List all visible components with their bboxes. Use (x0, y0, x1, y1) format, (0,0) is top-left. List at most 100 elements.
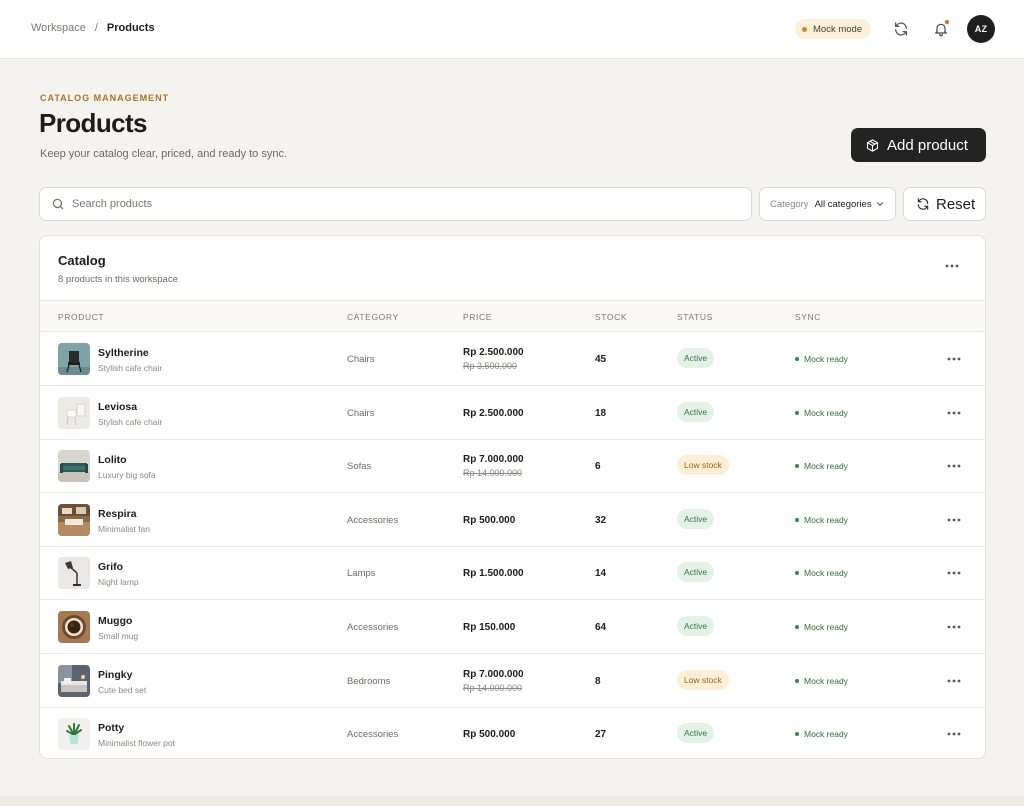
category-select[interactable]: Category All categories (759, 187, 896, 221)
table-row[interactable]: Respira Minimalist fan Accessories Rp 500.0… (40, 493, 985, 547)
table-row[interactable]: Potty Minimalist flower pot Accessories Rp … (40, 707, 985, 758)
sync-dot (795, 517, 799, 522)
product-thumbnail (58, 557, 90, 590)
product-name[interactable]: Muggo (98, 615, 132, 627)
product-description: Night lamp (98, 577, 139, 588)
more-icon[interactable] (945, 674, 963, 688)
product-category: Bedrooms (347, 675, 391, 687)
product-category: Accessories (347, 729, 399, 741)
sync-dot (795, 571, 799, 576)
product-name[interactable]: Syltherine (98, 347, 149, 359)
table-row[interactable]: Pingky Cute bed set Bedrooms Rp 7.000.000 Rp… (40, 654, 985, 708)
product-name[interactable]: Respira (98, 508, 137, 520)
product-price: Rp 150.000 (463, 622, 516, 633)
sync-label: Mock ready (804, 729, 848, 740)
table-row[interactable]: Lolito Luxury big sofa Sofas Rp 7.000.000 Rp… (40, 439, 985, 494)
table-row[interactable]: Leviosa Stylish cafe chair Chairs Rp 2.500.… (40, 386, 985, 440)
sync-dot (795, 464, 799, 469)
product-stock: 45 (595, 354, 607, 365)
status-badge: Active (677, 401, 715, 422)
breadcrumb: Workspace / Products (31, 22, 155, 34)
breadcrumb-workspace[interactable]: Workspace (31, 22, 86, 34)
more-icon[interactable] (945, 727, 963, 741)
product-thumbnail (58, 450, 90, 483)
product-stock: 14 (595, 568, 607, 580)
sync-label: Mock ready (804, 568, 848, 579)
category-select-label: Category (770, 198, 809, 210)
column-stock[interactable]: STOCK (595, 312, 627, 322)
column-product[interactable]: PRODUCT (58, 312, 104, 322)
bell-icon[interactable] (931, 19, 951, 39)
more-icon[interactable] (945, 566, 963, 580)
column-price[interactable]: PRICE (463, 312, 492, 322)
product-thumbnail (58, 396, 90, 429)
sync-status: Mock ready (795, 515, 848, 525)
column-sync[interactable]: SYNC (795, 312, 821, 322)
sync-status: Mock ready (795, 354, 848, 364)
product-name[interactable]: Grifo (98, 561, 123, 573)
product-description: Stylish cafe chair (98, 416, 163, 427)
product-price: Rp 1.500.000 (463, 568, 524, 580)
page-title: Products (39, 108, 147, 138)
search-box (39, 187, 752, 221)
search-input[interactable] (72, 198, 722, 210)
notification-dot (945, 20, 949, 24)
sync-dot (795, 732, 799, 737)
product-price: Rp 7.000.000 (463, 454, 524, 466)
product-thumbnail (58, 718, 90, 751)
product-name[interactable]: Potty (98, 722, 124, 734)
product-category: Chairs (347, 354, 375, 365)
mock-mode-label: Mock mode (813, 23, 863, 35)
product-price: Rp 2.500.000 (463, 407, 524, 419)
product-price: Rp 500.000 (463, 729, 516, 741)
table-header: PRODUCT CATEGORY PRICE STOCK STATUS SYNC (40, 300, 985, 332)
product-description: Minimalist flower pot (98, 738, 175, 749)
refresh-icon (917, 198, 929, 210)
table-row[interactable]: Grifo Night lamp Lamps Rp 1.500.000 14 Active… (40, 546, 985, 601)
status-badge: Active (677, 348, 715, 368)
column-category[interactable]: CATEGORY (347, 312, 399, 322)
product-stock: 27 (595, 729, 607, 741)
add-product-button[interactable]: Add product (851, 128, 986, 162)
sync-label: Mock ready (804, 407, 848, 418)
more-icon[interactable] (945, 620, 963, 634)
breadcrumb-current: Products (106, 22, 155, 34)
product-name[interactable]: Pingky (98, 669, 132, 681)
page-subtitle: Keep your catalog clear, priced, and rea… (40, 148, 288, 160)
breadcrumb-separator: / (94, 22, 98, 34)
add-product-label: Add product (887, 136, 968, 154)
box-icon (866, 138, 879, 152)
sync-label: Mock ready (804, 675, 848, 686)
status-badge: Active (677, 562, 715, 583)
product-name[interactable]: Leviosa (98, 401, 137, 413)
more-icon[interactable] (945, 459, 963, 473)
more-icon[interactable] (945, 513, 963, 527)
category-select-value: All categories (814, 198, 872, 210)
column-status[interactable]: STATUS (677, 312, 713, 322)
product-category: Sofas (347, 461, 372, 473)
more-icon[interactable] (943, 259, 961, 273)
product-price: Rp 2.500.000 (463, 347, 524, 358)
table-row[interactable]: Syltherine Stylish cafe chair Chairs Rp 2.5… (40, 332, 985, 386)
product-category: Accessories (347, 622, 399, 633)
product-category: Lamps (347, 568, 376, 580)
product-stock: 8 (595, 675, 601, 687)
sync-status: Mock ready (795, 729, 848, 739)
sync-dot (795, 357, 799, 361)
avatar[interactable]: AZ (967, 15, 995, 43)
reset-button[interactable]: Reset (903, 187, 986, 221)
reset-label: Reset (936, 195, 976, 213)
product-description: Cute bed set (98, 684, 147, 695)
more-icon[interactable] (945, 352, 963, 366)
more-icon[interactable] (945, 406, 963, 420)
sync-label: Mock ready (804, 622, 848, 632)
table-row[interactable]: Muggo Small mug Accessories Rp 150.000 64 Act… (40, 600, 985, 654)
product-price: Rp 7.000.000 (463, 668, 524, 680)
product-name[interactable]: Lolito (98, 454, 127, 466)
status-badge: Low stock (677, 455, 729, 476)
sync-status: Mock ready (795, 568, 848, 578)
product-old-price: Rp 14.000.000 (463, 682, 523, 693)
catalog-card: Catalog 8 products in this workspace PRO… (39, 235, 986, 759)
sync-status: Mock ready (795, 461, 848, 471)
refresh-icon[interactable] (891, 19, 911, 39)
